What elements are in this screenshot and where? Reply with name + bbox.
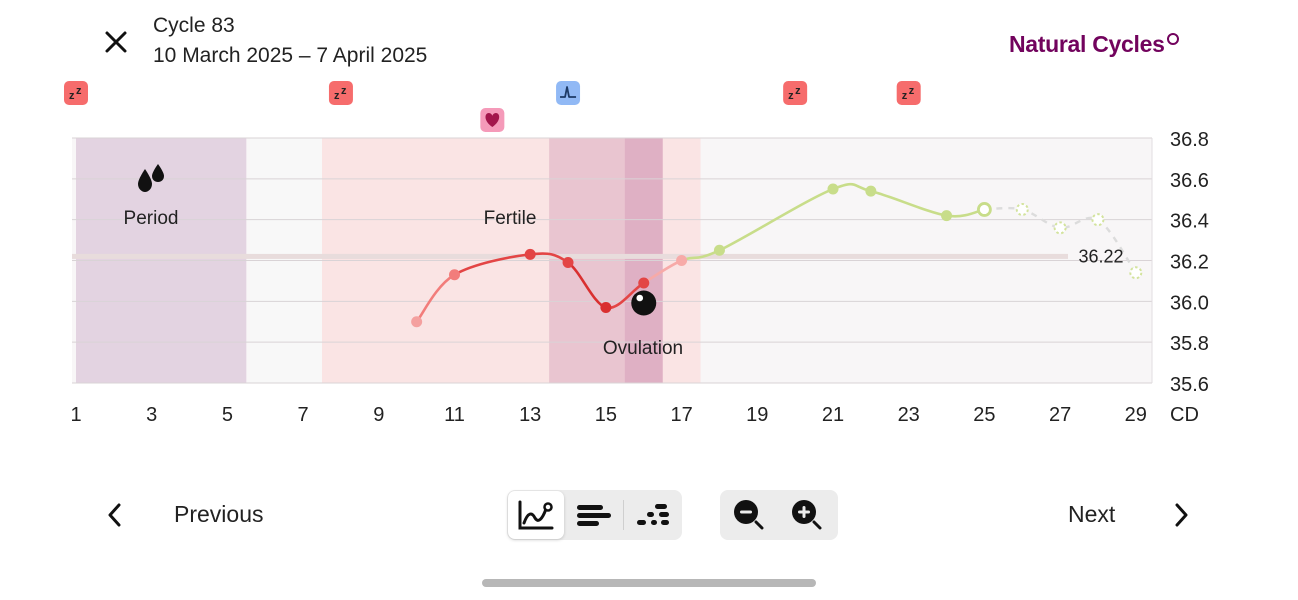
zoom-controls xyxy=(720,490,838,540)
svg-text:z: z xyxy=(795,85,801,97)
svg-text:z: z xyxy=(76,85,82,97)
x-tick-label: 7 xyxy=(298,404,309,426)
svg-text:z: z xyxy=(902,90,908,102)
svg-text:z: z xyxy=(788,90,794,102)
temperature-chart: zzzzzzzz 36.2236.836.636.436.236.035.835… xyxy=(64,81,1209,426)
x-tick-label: 19 xyxy=(746,404,768,426)
previous-button[interactable]: Previous xyxy=(174,501,263,528)
y-tick-label: 36.0 xyxy=(1170,292,1209,314)
x-tick-label: 1 xyxy=(70,404,81,426)
x-tick-label: 13 xyxy=(519,404,541,426)
svg-text:z: z xyxy=(909,85,915,97)
home-indicator xyxy=(482,579,816,587)
graph-view-icon xyxy=(518,500,554,530)
zoom-out-icon xyxy=(734,500,764,530)
x-tick-label: 17 xyxy=(670,404,692,426)
zoom-out-button[interactable] xyxy=(720,490,778,540)
list-view-icon xyxy=(577,505,611,526)
ovulation-egg-icon xyxy=(631,290,657,316)
temperature-point xyxy=(865,185,877,197)
x-tick-label: 3 xyxy=(146,404,157,426)
svg-text:z: z xyxy=(334,90,340,102)
temperature-point xyxy=(600,301,612,313)
x-axis-label: CD xyxy=(1170,404,1199,426)
period-label: Period xyxy=(124,208,179,229)
temperature-point xyxy=(524,248,536,260)
fertile-label: Fertile xyxy=(484,208,537,229)
list-view-button[interactable] xyxy=(565,490,623,540)
x-tick-label: 25 xyxy=(973,404,995,426)
temperature-point xyxy=(713,244,725,256)
heart-icon xyxy=(480,108,505,132)
svg-text:z: z xyxy=(69,90,75,102)
y-tick-label: 35.8 xyxy=(1170,333,1209,355)
x-tick-label: 11 xyxy=(444,404,465,426)
temperature-point xyxy=(638,277,650,289)
dots-view-button[interactable] xyxy=(624,490,682,540)
x-tick-label: 23 xyxy=(898,404,920,426)
sleep-icon: zz xyxy=(783,81,808,105)
y-tick-label: 36.6 xyxy=(1170,170,1209,192)
x-tick-label: 15 xyxy=(595,404,617,426)
y-tick-label: 36.2 xyxy=(1170,252,1209,274)
temperature-point xyxy=(941,210,953,222)
y-tick-label: 36.4 xyxy=(1170,211,1209,233)
lh-test-icon xyxy=(556,81,581,105)
y-tick-label: 35.6 xyxy=(1170,374,1209,396)
temperature-point xyxy=(827,183,839,195)
svg-text:z: z xyxy=(341,85,347,97)
x-tick-label: 5 xyxy=(222,404,233,426)
dots-view-icon xyxy=(637,504,669,525)
predicted-point xyxy=(1015,202,1029,216)
temperature-point xyxy=(411,316,423,328)
sleep-icon: zz xyxy=(896,81,921,105)
temperature-point xyxy=(676,255,688,266)
previous-chevron-icon[interactable] xyxy=(102,500,128,530)
ovulation-label: Ovulation xyxy=(603,338,683,359)
sleep-icon: zz xyxy=(64,81,88,105)
zoom-in-icon xyxy=(792,500,822,530)
x-tick-label: 29 xyxy=(1125,404,1147,426)
y-tick-label: 36.8 xyxy=(1170,129,1209,151)
graph-view-button[interactable] xyxy=(508,491,564,539)
coverline-label: 36.22 xyxy=(1078,246,1123,266)
temperature-point xyxy=(562,257,574,269)
zoom-in-button[interactable] xyxy=(778,490,836,540)
next-button[interactable]: Next xyxy=(1068,501,1115,528)
view-mode-switcher xyxy=(507,490,682,540)
temperature-point xyxy=(977,202,992,217)
temperature-point xyxy=(449,269,460,281)
predicted-point xyxy=(1129,266,1143,280)
next-chevron-icon[interactable] xyxy=(1168,500,1194,530)
x-tick-label: 21 xyxy=(822,404,844,426)
ovulation-egg-highlight xyxy=(636,294,644,302)
predicted-point xyxy=(1091,213,1105,227)
sleep-icon: zz xyxy=(328,81,353,105)
x-tick-label: 27 xyxy=(1049,404,1071,426)
predicted-point xyxy=(1053,221,1067,235)
x-tick-label: 9 xyxy=(373,404,384,426)
